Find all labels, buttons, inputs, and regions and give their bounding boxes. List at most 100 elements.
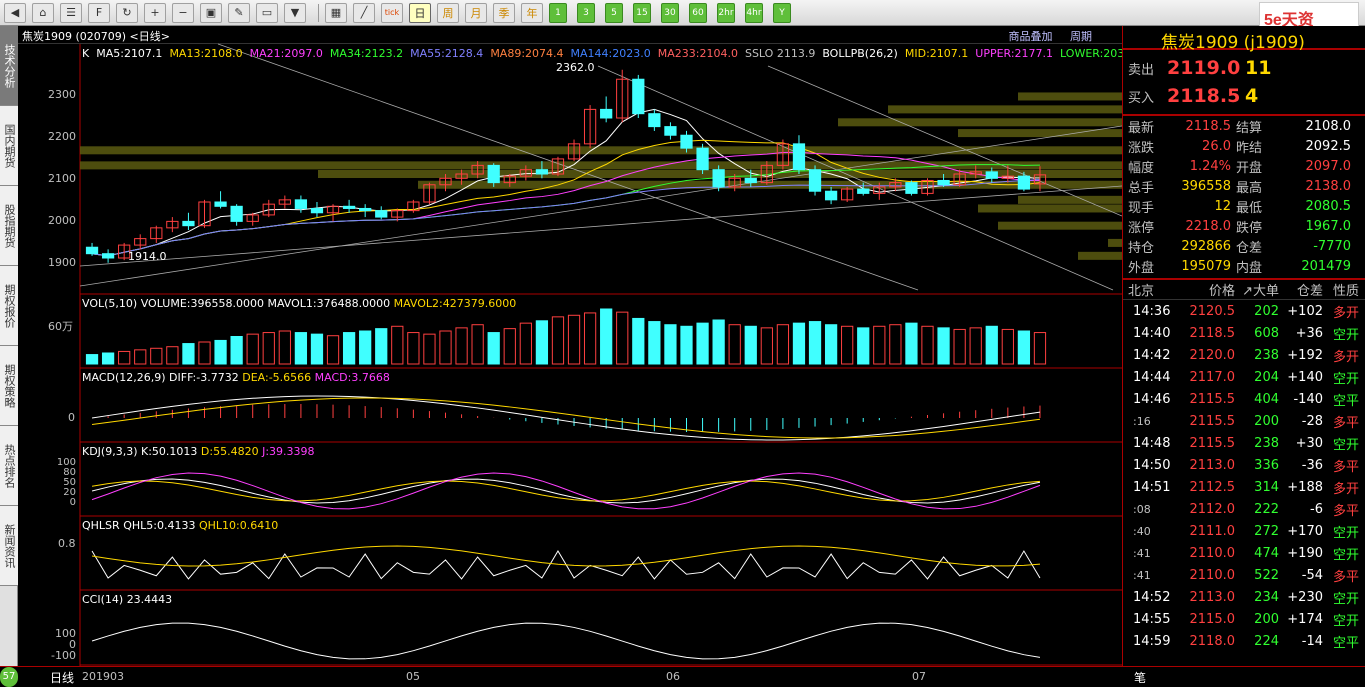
tick-row[interactable]: 14:52 2113.0 234 +230 空开 xyxy=(1123,586,1365,608)
tick-nature: 多平 xyxy=(1332,503,1359,519)
right-tab-bi[interactable]: 笔 xyxy=(1134,669,1146,686)
volume-bar xyxy=(134,349,147,365)
window-icon[interactable]: ▣ xyxy=(200,2,222,23)
table-icon[interactable]: ▦ xyxy=(325,2,347,23)
tick-time: 14:42 xyxy=(1133,347,1171,363)
qhlsr-legend: QHLSR QHL5:0.4133 QHL10:0.6410 xyxy=(82,519,279,532)
kdj-j-line xyxy=(91,472,1041,510)
volume-bar xyxy=(439,330,452,365)
period-15m-button[interactable]: 15 xyxy=(633,2,651,23)
tick-row[interactable]: 14:48 2115.5 238 +30 空开 xyxy=(1123,432,1365,454)
period-year-button[interactable]: 年 xyxy=(521,2,543,23)
candle-body xyxy=(985,171,998,179)
resistance-band xyxy=(978,204,1122,213)
volume-bar xyxy=(953,328,966,365)
filter-icon[interactable]: ▼ xyxy=(284,2,306,23)
tab-index-futures[interactable]: 股指期货 xyxy=(0,186,18,266)
stat-label: 现手 xyxy=(1128,200,1155,216)
tick-row[interactable]: :16 2115.5 200 -28 多平 xyxy=(1123,410,1365,432)
stat-value: 2218.0 xyxy=(1185,218,1232,234)
ma21-label: MA21:2097.0 xyxy=(249,47,323,60)
period-y-button[interactable]: Y xyxy=(773,2,791,23)
candle-body xyxy=(712,169,725,188)
period-month-button[interactable]: 月 xyxy=(465,2,487,23)
tab-technical[interactable]: 技术分析 xyxy=(0,26,18,106)
tick-row[interactable]: 14:55 2115.0 200 +174 空开 xyxy=(1123,608,1365,630)
stat-value: 396558 xyxy=(1181,178,1231,194)
tick-row[interactable]: :41 2110.0 522 -54 多平 xyxy=(1123,564,1365,586)
macd-axis-label: 0 xyxy=(68,411,75,424)
tick-time: 14:48 xyxy=(1133,435,1171,451)
refresh-icon[interactable]: ↻ xyxy=(116,2,138,23)
volume-bar xyxy=(824,324,838,365)
volume-bar xyxy=(342,332,356,365)
tick-button[interactable]: tick xyxy=(381,2,403,23)
period-season-button[interactable]: 季 xyxy=(493,2,515,23)
chart-icon[interactable]: ╱ xyxy=(353,2,375,23)
back-icon[interactable]: ◀ xyxy=(4,2,26,23)
zoom-out-icon[interactable]: − xyxy=(172,2,194,23)
stat-row: 涨停 2218.0 跌停 1967.0 xyxy=(1123,216,1365,236)
volume-bar xyxy=(503,328,516,365)
price-chart[interactable] xyxy=(18,26,1122,666)
tab-hot-ranking[interactable]: 热点排名 xyxy=(0,426,18,506)
tick-row[interactable]: :40 2111.0 272 +170 空开 xyxy=(1123,520,1365,542)
pen-icon[interactable]: ✎ xyxy=(228,2,250,23)
period-30m-button[interactable]: 30 xyxy=(661,2,679,23)
volume-bar xyxy=(455,327,468,365)
stat-label: 外盘 xyxy=(1128,260,1155,276)
tick-oi-change: +230 xyxy=(1287,589,1323,605)
tick-row[interactable]: 14:46 2115.5 404 -140 空平 xyxy=(1123,388,1365,410)
tab-options-quote[interactable]: 期权报价 xyxy=(0,266,18,346)
volume-bar xyxy=(744,325,757,365)
period-tab-day[interactable]: 日线 xyxy=(50,669,74,686)
period-week-button[interactable]: 周 xyxy=(437,2,459,23)
tick-volume: 200 xyxy=(1254,413,1279,429)
macd-legend: MACD(12,26,9) DIFF:-3.7732 DEA:-5.6566 M… xyxy=(82,371,390,384)
tick-oi-change: -36 xyxy=(1301,457,1323,473)
tick-row[interactable]: 14:36 2120.5 202 +102 多开 xyxy=(1123,300,1365,322)
stat-label: 内盘 xyxy=(1236,260,1263,276)
tick-row[interactable]: 14:50 2113.0 336 -36 多平 xyxy=(1123,454,1365,476)
period-5m-button[interactable]: 5 xyxy=(605,2,623,23)
period-4hr-button[interactable]: 4hr xyxy=(745,2,763,23)
eraser-icon[interactable]: ▭ xyxy=(256,2,278,23)
tick-row[interactable]: 14:59 2118.0 224 -14 空平 xyxy=(1123,630,1365,652)
candle-body xyxy=(680,134,693,149)
candle-body xyxy=(214,201,227,207)
tick-volume: 204 xyxy=(1254,369,1279,385)
volume-bar xyxy=(776,324,790,365)
tick-row[interactable]: :08 2112.0 222 -6 多平 xyxy=(1123,498,1365,520)
tick-list[interactable]: 14:36 2120.5 202 +102 多开 14:40 2118.5 608 +36 空开 1… xyxy=(1123,300,1365,652)
tick-row[interactable]: 14:40 2118.5 608 +36 空开 xyxy=(1123,322,1365,344)
period-1m-button[interactable]: 1 xyxy=(549,2,567,23)
tab-options-strategy[interactable]: 期权策略 xyxy=(0,346,18,426)
f10-icon[interactable]: F xyxy=(88,2,110,23)
home-icon[interactable]: ⌂ xyxy=(32,2,54,23)
period-60m-button[interactable]: 60 xyxy=(689,2,707,23)
volume-bar xyxy=(407,332,420,365)
period-day-button[interactable]: 日 xyxy=(409,2,431,23)
tick-row[interactable]: 14:44 2117.0 204 +140 空开 xyxy=(1123,366,1365,388)
period-3m-button[interactable]: 3 xyxy=(577,2,595,23)
tick-row[interactable]: 14:51 2112.5 314 +188 多开 xyxy=(1123,476,1365,498)
notes-icon[interactable]: ☰ xyxy=(60,2,82,23)
volume-bar xyxy=(101,352,115,365)
tab-domestic-futures[interactable]: 国内期货 xyxy=(0,106,18,186)
period-2hr-button[interactable]: 2hr xyxy=(717,2,735,23)
tick-price: 2118.5 xyxy=(1189,325,1236,341)
tick-row[interactable]: :41 2110.0 474 +190 空开 xyxy=(1123,542,1365,564)
zoom-in-icon[interactable]: + xyxy=(144,2,166,23)
volume-bar xyxy=(1017,330,1031,365)
stat-value: 26.0 xyxy=(1202,138,1231,154)
volume-bar xyxy=(423,333,436,365)
tick-nature: 空开 xyxy=(1332,613,1359,629)
candle-body xyxy=(648,113,661,128)
tick-oi-change: +102 xyxy=(1287,303,1323,319)
tab-news[interactable]: 新闻资讯 xyxy=(0,506,18,586)
volume-bar xyxy=(616,311,629,365)
tick-row[interactable]: 14:42 2120.0 238 +192 多开 xyxy=(1123,344,1365,366)
qhlsr-axis-label: 0.8 xyxy=(58,537,76,550)
tick-volume: 238 xyxy=(1254,435,1279,451)
stat-value: 2108.0 xyxy=(1305,118,1352,134)
